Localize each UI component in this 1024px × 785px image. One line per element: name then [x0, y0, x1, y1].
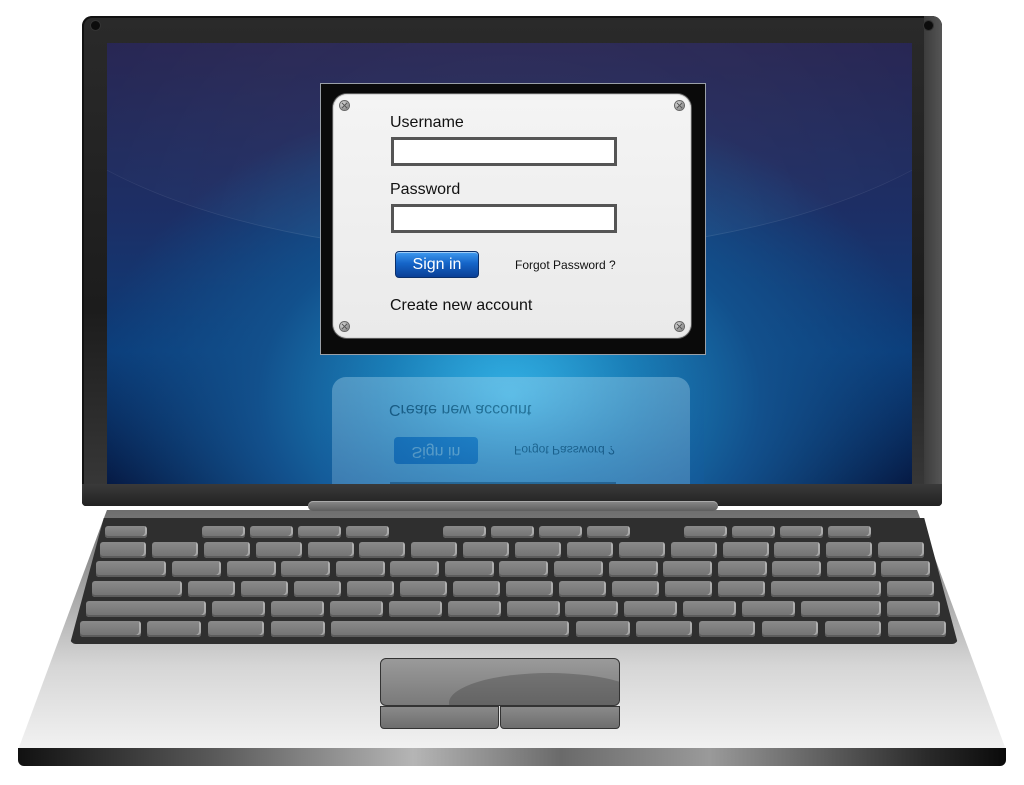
keyboard-key[interactable] [878, 542, 924, 558]
keyboard-key[interactable] [96, 561, 166, 577]
keyboard-key[interactable] [825, 621, 881, 637]
keyboard-key[interactable] [298, 526, 341, 538]
keyboard-key[interactable] [152, 542, 198, 558]
keyboard-key[interactable] [100, 542, 146, 558]
keyboard-key[interactable] [665, 581, 712, 597]
keyboard-key[interactable] [567, 542, 613, 558]
keyboard-key[interactable] [390, 561, 439, 577]
keyboard-key[interactable] [624, 601, 677, 617]
keyboard-key[interactable] [828, 526, 871, 538]
keyboard-key[interactable] [202, 526, 245, 538]
keyboard-key[interactable] [515, 542, 561, 558]
keyboard-key[interactable] [294, 581, 341, 597]
keyboard-key[interactable] [212, 601, 265, 617]
keyboard-key[interactable] [491, 526, 534, 538]
keyboard-key[interactable] [336, 561, 385, 577]
keyboard-key[interactable] [881, 561, 930, 577]
keyboard-key[interactable] [671, 542, 717, 558]
keyboard-key[interactable] [507, 601, 560, 617]
keyboard-key[interactable] [400, 581, 447, 597]
keyboard-key[interactable] [227, 561, 276, 577]
keyboard-key[interactable] [271, 601, 324, 617]
trackpad[interactable] [380, 658, 620, 706]
keyboard-key[interactable] [453, 581, 500, 597]
keyboard-key[interactable] [80, 621, 141, 637]
keyboard-key[interactable] [539, 526, 582, 538]
keyboard-key[interactable] [772, 561, 821, 577]
keyboard-key[interactable] [271, 621, 325, 637]
keyboard-key[interactable] [742, 601, 795, 617]
trackpad-left-button[interactable] [380, 706, 499, 729]
keyboard-key[interactable] [346, 526, 389, 538]
keyboard-key[interactable] [86, 601, 206, 617]
keyboard-key[interactable] [723, 542, 769, 558]
keyboard-key[interactable] [771, 581, 881, 597]
keyboard-key[interactable] [576, 621, 630, 637]
keyboard-key[interactable] [281, 561, 330, 577]
keyboard-key[interactable] [250, 526, 293, 538]
keyboard-key[interactable] [499, 561, 548, 577]
keyboard-key[interactable] [330, 601, 383, 617]
keyboard-key[interactable] [887, 601, 940, 617]
keyboard-key[interactable] [762, 621, 818, 637]
keyboard-key[interactable] [389, 601, 442, 617]
keyboard-key[interactable] [826, 542, 872, 558]
keyboard-key[interactable] [565, 601, 618, 617]
keyboard-key[interactable] [888, 621, 946, 637]
keyboard-key[interactable] [448, 601, 501, 617]
keyboard-key[interactable] [699, 621, 755, 637]
keyboard-key[interactable] [619, 542, 665, 558]
keyboard-key[interactable] [331, 621, 569, 637]
keyboard-key[interactable] [684, 526, 727, 538]
keyboard-key[interactable] [92, 581, 182, 597]
keyboard-key[interactable] [411, 542, 457, 558]
keyboard-key[interactable] [347, 581, 394, 597]
keyboard-key[interactable] [732, 526, 775, 538]
keyboard-key[interactable] [612, 581, 659, 597]
keyboard-key[interactable] [463, 542, 509, 558]
keyboard-key[interactable] [172, 561, 221, 577]
keyboard-key[interactable] [887, 581, 934, 597]
keyboard-key[interactable] [188, 581, 235, 597]
keyboard-key[interactable] [308, 542, 354, 558]
keyboard-key[interactable] [359, 542, 405, 558]
keyboard-key[interactable] [774, 542, 820, 558]
keyboard-key[interactable] [241, 581, 288, 597]
keyboard-key[interactable] [827, 561, 876, 577]
keyboard-key[interactable] [105, 526, 147, 538]
keyboard-key[interactable] [718, 581, 765, 597]
keyboard-key[interactable] [683, 601, 736, 617]
keyboard-key[interactable] [147, 621, 201, 637]
keyboard-key[interactable] [554, 561, 603, 577]
keyboard-key[interactable] [801, 601, 881, 617]
keyboard-key[interactable] [506, 581, 553, 597]
keyboard-key[interactable] [663, 561, 712, 577]
keyboard-key[interactable] [559, 581, 606, 597]
keyboard-key[interactable] [780, 526, 823, 538]
trackpad-right-button[interactable] [500, 706, 620, 729]
keyboard-key[interactable] [443, 526, 486, 538]
keyboard-key[interactable] [609, 561, 658, 577]
keyboard-key[interactable] [204, 542, 250, 558]
keyboard-key[interactable] [587, 526, 630, 538]
keyboard-key[interactable] [208, 621, 264, 637]
keyboard-key[interactable] [718, 561, 767, 577]
keyboard-key[interactable] [445, 561, 494, 577]
keyboard-key[interactable] [256, 542, 302, 558]
keyboard-key[interactable] [636, 621, 692, 637]
